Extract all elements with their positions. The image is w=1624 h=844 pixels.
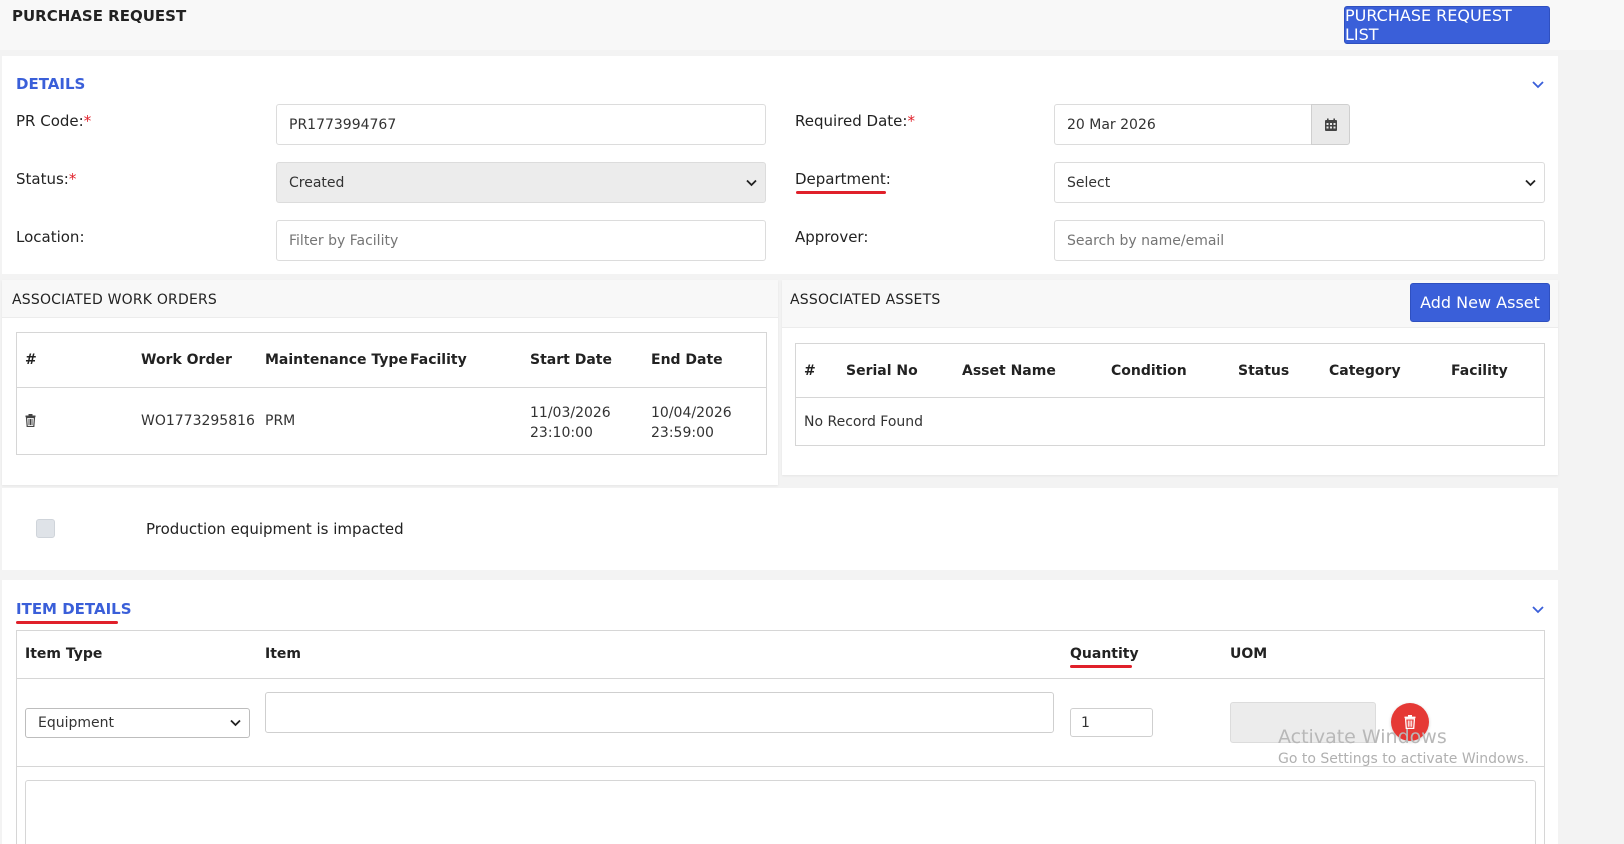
item-type-select[interactable]: Equipment: [25, 708, 250, 738]
maintenance-type-cell: PRM: [265, 413, 296, 429]
chevron-down-icon[interactable]: [1531, 78, 1545, 92]
col-header-hash: #: [804, 363, 816, 379]
chevron-down-icon: [230, 719, 241, 727]
chevron-down-icon: [746, 179, 757, 186]
trash-icon[interactable]: [25, 414, 36, 427]
item-details-section-title[interactable]: ITEM DETAILS: [16, 600, 132, 618]
col-header-item: Item: [265, 646, 301, 662]
col-header-quantity: Quantity: [1070, 646, 1139, 662]
item-description-textarea[interactable]: [25, 780, 1536, 844]
work-order-cell[interactable]: WO1773295816: [141, 413, 255, 429]
pr-code-field[interactable]: PR1773994767: [276, 104, 766, 145]
status-label: Status:*: [16, 170, 77, 188]
approver-input[interactable]: [1054, 220, 1545, 261]
pr-code-label: PR Code:*: [16, 112, 92, 130]
col-header-start-date: Start Date: [530, 352, 612, 368]
purchase-request-list-button[interactable]: PURCHASE REQUEST LIST: [1344, 6, 1550, 44]
col-header-work-order: Work Order: [141, 352, 232, 368]
assets-title: ASSOCIATED ASSETS: [790, 292, 941, 308]
approver-label: Approver:: [795, 228, 869, 246]
col-header-uom: UOM: [1230, 646, 1268, 662]
table-divider: [795, 397, 1545, 398]
col-header-serial-no: Serial No: [846, 363, 918, 379]
item-details-annotation-underline: [16, 621, 118, 624]
activate-windows-watermark: Activate Windows: [1278, 726, 1447, 748]
work-orders-title: ASSOCIATED WORK ORDERS: [12, 292, 218, 308]
quantity-annotation-underline: [1070, 665, 1132, 668]
col-header-category: Category: [1329, 363, 1401, 379]
details-section-title[interactable]: DETAILS: [16, 75, 85, 93]
item-type-select-value: Equipment: [38, 715, 114, 731]
chevron-down-icon: [1525, 179, 1536, 186]
col-header-asset-name: Asset Name: [962, 363, 1056, 379]
item-input[interactable]: [265, 692, 1054, 733]
location-label: Location:: [16, 228, 85, 246]
department-select[interactable]: Select: [1054, 162, 1545, 203]
activate-windows-hint: Go to Settings to activate Windows.: [1278, 751, 1529, 767]
col-header-condition: Condition: [1111, 363, 1187, 379]
col-header-end-date: End Date: [651, 352, 723, 368]
department-label: Department:: [795, 170, 891, 188]
assets-table: [795, 343, 1545, 446]
status-select[interactable]: Created: [276, 162, 766, 203]
page-title: PURCHASE REQUEST: [12, 7, 187, 25]
quantity-input[interactable]: 1: [1070, 708, 1153, 737]
calendar-button[interactable]: [1311, 104, 1350, 145]
table-divider: [16, 678, 1545, 679]
status-select-value: Created: [289, 174, 345, 191]
col-header-status: Status: [1238, 363, 1290, 379]
calendar-icon: [1324, 118, 1337, 131]
start-date-cell: 11/03/2026 23:10:00: [530, 405, 611, 441]
col-header-facility: Facility: [1451, 363, 1508, 379]
table-divider: [16, 387, 767, 388]
department-annotation-underline: [796, 191, 886, 194]
chevron-down-icon[interactable]: [1531, 603, 1545, 617]
department-select-value: Select: [1067, 174, 1111, 191]
production-impact-checkbox[interactable]: [36, 519, 55, 538]
location-input[interactable]: [276, 220, 766, 261]
required-date-field[interactable]: 20 Mar 2026: [1054, 104, 1312, 145]
no-record-text: No Record Found: [804, 414, 924, 430]
col-header-hash: #: [25, 352, 37, 368]
required-date-label: Required Date:*: [795, 112, 915, 130]
production-impact-label: Production equipment is impacted: [146, 520, 404, 538]
add-new-asset-button[interactable]: Add New Asset: [1410, 283, 1550, 322]
col-header-facility: Facility: [410, 352, 467, 368]
end-date-cell: 10/04/2026 23:59:00: [651, 405, 732, 441]
col-header-item-type: Item Type: [25, 646, 103, 662]
col-header-maintenance-type: Maintenance Type: [265, 352, 408, 368]
